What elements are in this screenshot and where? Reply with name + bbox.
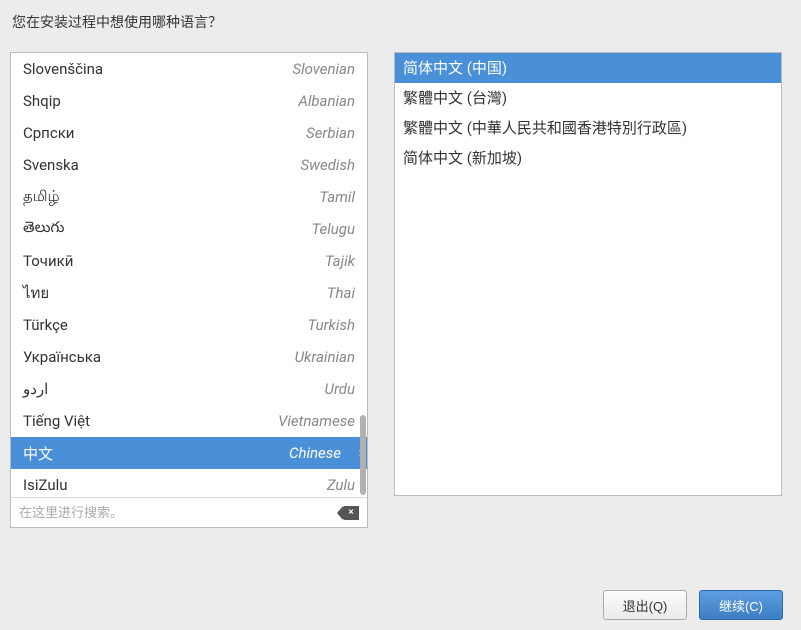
language-row[interactable]: 中文Chinese› — [11, 437, 367, 469]
language-native-label: Српски — [23, 124, 74, 142]
language-native-label: తెలుగు — [23, 218, 64, 240]
locale-panel[interactable]: 简体中文 (中国)繁體中文 (台灣)繁體中文 (中華人民共和國香港特別行政區)简… — [394, 52, 782, 496]
language-english-label: Zulu — [68, 476, 355, 494]
language-row[interactable]: ТочикӣTajik — [11, 245, 367, 277]
language-native-label: Svenska — [23, 156, 79, 174]
language-english-label: Turkish — [68, 316, 355, 334]
language-row[interactable]: ShqipAlbanian — [11, 85, 367, 117]
language-row[interactable]: SlovenščinaSlovenian — [11, 53, 367, 85]
language-native-label: Tiếng Việt — [23, 412, 90, 430]
language-row[interactable]: УкраїнськаUkrainian — [11, 341, 367, 373]
language-row[interactable]: ไทยThai — [11, 277, 367, 309]
language-list[interactable]: SlovenščinaSlovenianShqipAlbanianСрпскиS… — [11, 53, 367, 497]
locale-row[interactable]: 繁體中文 (台灣) — [395, 83, 781, 113]
language-native-label: ไทย — [23, 281, 49, 305]
language-english-label: Albanian — [61, 92, 355, 110]
language-row[interactable]: СрпскиSerbian — [11, 117, 367, 149]
search-input[interactable] — [19, 505, 343, 520]
language-english-label: Tajik — [73, 252, 355, 270]
language-native-label: தமிழ் — [23, 187, 60, 207]
language-panel: SlovenščinaSlovenianShqipAlbanianСрпскиS… — [10, 52, 368, 528]
language-english-label: Swedish — [79, 156, 355, 174]
locale-row[interactable]: 简体中文 (新加坡) — [395, 143, 781, 173]
quit-button[interactable]: 退出(Q) — [603, 590, 687, 620]
panels-container: SlovenščinaSlovenianShqipAlbanianСрпскиS… — [10, 52, 791, 528]
language-row[interactable]: தமிழ்Tamil — [11, 181, 367, 213]
language-english-label: Vietnamese — [90, 412, 355, 430]
language-native-label: Shqip — [23, 92, 61, 110]
continue-button[interactable]: 继续(C) — [699, 590, 783, 620]
language-row[interactable]: اردوUrdu — [11, 373, 367, 405]
language-row[interactable]: తెలుగుTelugu — [11, 213, 367, 245]
backspace-icon[interactable]: × — [343, 506, 359, 520]
language-row[interactable]: Tiếng ViệtVietnamese — [11, 405, 367, 437]
language-english-label: Serbian — [74, 124, 355, 142]
search-row: × — [11, 497, 367, 527]
scrollbar-thumb[interactable] — [360, 415, 366, 495]
language-native-label: اردو — [23, 380, 48, 398]
language-row[interactable]: SvenskaSwedish — [11, 149, 367, 181]
locale-row[interactable]: 简体中文 (中国) — [395, 53, 781, 83]
language-native-label: 中文 — [23, 443, 53, 464]
language-native-label: Точикӣ — [23, 252, 73, 270]
language-english-label: Tamil — [60, 188, 355, 206]
language-english-label: Ukrainian — [101, 348, 355, 366]
language-english-label: Urdu — [48, 380, 355, 398]
language-row[interactable]: TürkçeTurkish — [11, 309, 367, 341]
language-english-label: Chinese — [53, 444, 355, 462]
language-native-label: IsiZulu — [23, 476, 68, 494]
locale-row[interactable]: 繁體中文 (中華人民共和國香港特別行政區) — [395, 113, 781, 143]
language-native-label: Українська — [23, 348, 101, 366]
language-native-label: Slovenščina — [23, 60, 103, 78]
language-row[interactable]: IsiZuluZulu — [11, 469, 367, 497]
language-native-label: Türkçe — [23, 316, 68, 334]
language-english-label: Thai — [49, 284, 355, 302]
language-english-label: Telugu — [64, 220, 355, 238]
language-english-label: Slovenian — [103, 60, 355, 78]
bottom-bar: 退出(Q) 继续(C) — [603, 590, 783, 620]
scrollbar-track[interactable] — [357, 53, 367, 497]
question-label: 您在安装过程中想使用哪种语言？ — [10, 12, 791, 32]
